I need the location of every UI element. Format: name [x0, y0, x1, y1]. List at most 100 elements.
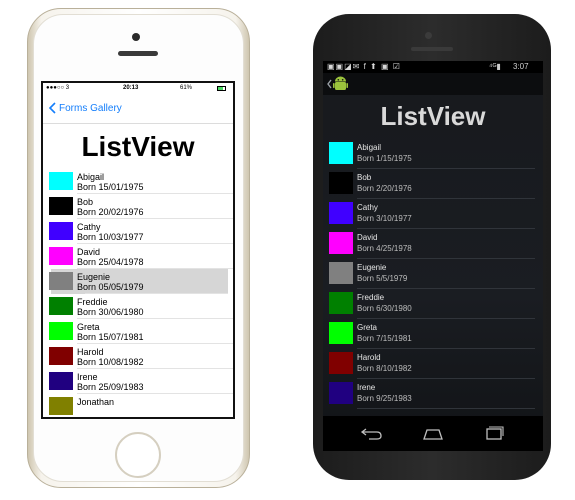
list-item[interactable]: Harold Born 8/10/1982 — [323, 349, 543, 379]
status-time: 3:07 — [513, 62, 529, 71]
front-camera — [132, 33, 140, 41]
item-name: Eugenie — [357, 263, 387, 272]
color-swatch — [49, 397, 73, 415]
back-button[interactable]: Forms Gallery — [49, 102, 122, 114]
list-item[interactable]: David Born 25/04/1978 — [43, 244, 233, 269]
row-separator — [357, 408, 535, 409]
item-name: Cathy — [357, 203, 378, 212]
item-name: Greta — [357, 323, 378, 332]
list-item[interactable]: Eugenie Born 05/05/1979 — [49, 269, 228, 294]
item-birthdate: Born 5/5/1979 — [357, 274, 408, 283]
item-name: Cathy — [77, 222, 101, 232]
color-swatch — [329, 262, 353, 284]
list-item[interactable]: Cathy Born 10/03/1977 — [43, 219, 233, 244]
back-button-label: Forms Gallery — [59, 102, 122, 114]
signal-indicator: ●●●○○ 3 — [46, 85, 70, 91]
item-birthdate: Born 25/04/1978 — [77, 257, 144, 267]
color-swatch — [49, 172, 73, 190]
color-swatch — [49, 297, 73, 315]
color-swatch — [329, 172, 353, 194]
item-name: Jonathan — [77, 397, 115, 407]
signal-indicator: ⁴ᴳ▮ — [489, 62, 501, 71]
item-birthdate: Born 15/07/1981 — [77, 332, 144, 342]
ios-navigation-bar: Forms Gallery — [43, 95, 233, 124]
item-birthdate: Born 25/09/1983 — [77, 382, 144, 392]
row-separator — [77, 418, 233, 419]
item-birthdate: Born 15/01/1975 — [77, 182, 144, 192]
list-item[interactable]: Abigail Born 15/01/1975 — [43, 169, 233, 194]
item-birthdate: Born 3/10/1977 — [357, 214, 412, 223]
list-item[interactable]: Cathy Born 3/10/1977 — [323, 199, 543, 229]
list-item[interactable]: Freddie Born 6/30/1980 — [323, 289, 543, 319]
color-swatch — [49, 222, 73, 240]
item-birthdate: Born 20/02/1976 — [77, 207, 144, 217]
list-item[interactable]: Irene Born 9/25/1983 — [323, 379, 543, 409]
battery-percent: 61% — [180, 85, 193, 91]
item-birthdate: Born 1/15/1975 — [357, 154, 412, 163]
ios-status-bar: ●●●○○ 3 20:13 61% — [43, 83, 233, 95]
color-swatch — [329, 322, 353, 344]
item-birthdate: Born 10/03/1977 — [77, 232, 144, 242]
earpiece-speaker — [411, 47, 453, 51]
item-birthdate: Born 2/20/1976 — [357, 184, 412, 193]
item-name: Irene — [357, 383, 376, 392]
chevron-left-icon — [49, 102, 56, 114]
color-swatch — [329, 232, 353, 254]
list-item[interactable]: Bob Born 20/02/1976 — [43, 194, 233, 219]
list-item[interactable]: Bob Born 2/20/1976 — [323, 169, 543, 199]
item-name: Harold — [357, 353, 381, 362]
color-swatch — [49, 272, 73, 290]
android-status-bar: ▣▣◪✉ f ⬆ ▣ ☑ ⁴ᴳ▮ 3:07 — [323, 61, 543, 73]
page-title: ListView — [380, 101, 486, 131]
color-swatch — [329, 292, 353, 314]
color-swatch — [49, 347, 73, 365]
list-item[interactable]: Greta Born 15/07/1981 — [43, 319, 233, 344]
list-item[interactable]: Eugenie Born 5/5/1979 — [323, 259, 543, 289]
back-icon[interactable] — [357, 424, 387, 442]
item-name: David — [357, 233, 378, 242]
ios-screen: ●●●○○ 3 20:13 61% Forms Gallery ListView… — [41, 81, 235, 419]
page-title: ListView — [81, 131, 195, 162]
item-name: Harold — [77, 347, 104, 357]
item-birthdate: Born 30/06/1980 — [77, 307, 144, 317]
battery-icon — [217, 86, 226, 91]
item-name: Bob — [357, 173, 372, 182]
list-item[interactable]: Irene Born 25/09/1983 — [43, 369, 233, 394]
iphone-device: ●●●○○ 3 20:13 61% Forms Gallery ListView… — [27, 8, 250, 488]
color-swatch — [329, 202, 353, 224]
front-camera — [425, 32, 432, 39]
home-icon[interactable] — [418, 424, 448, 442]
android-device: ▣▣◪✉ f ⬆ ▣ ☑ ⁴ᴳ▮ 3:07 ListView Abigail Bo… — [313, 14, 551, 480]
earpiece-speaker — [118, 51, 158, 56]
up-button[interactable] — [326, 75, 350, 93]
list-item[interactable]: Jonathan — [43, 394, 233, 419]
color-swatch — [329, 352, 353, 374]
color-swatch — [49, 247, 73, 265]
color-swatch — [329, 142, 353, 164]
item-birthdate: Born 9/25/1983 — [357, 394, 412, 403]
item-birthdate: Born 7/15/1981 — [357, 334, 412, 343]
list-item[interactable]: Harold Born 10/08/1982 — [43, 344, 233, 369]
item-name: Bob — [77, 197, 94, 207]
android-screen: ▣▣◪✉ f ⬆ ▣ ☑ ⁴ᴳ▮ 3:07 ListView Abigail Bo… — [323, 61, 543, 451]
status-time: 20:13 — [123, 85, 139, 91]
android-robot-icon — [327, 76, 348, 90]
list-item[interactable]: Greta Born 7/15/1981 — [323, 319, 543, 349]
list-item[interactable]: Abigail Born 1/15/1975 — [323, 139, 543, 169]
home-button[interactable] — [115, 432, 161, 478]
item-birthdate: Born 05/05/1979 — [77, 282, 144, 292]
recents-icon[interactable] — [479, 424, 509, 442]
item-name: Abigail — [77, 172, 105, 182]
item-name: Freddie — [357, 293, 385, 302]
item-birthdate: Born 4/25/1978 — [357, 244, 412, 253]
color-swatch — [49, 322, 73, 340]
notification-icons: ▣▣◪✉ f ⬆ ▣ ☑ — [327, 62, 401, 71]
android-navigation-bar — [323, 416, 543, 451]
list-item[interactable]: David Born 4/25/1978 — [323, 229, 543, 259]
action-bar — [323, 73, 543, 95]
item-name: Freddie — [77, 297, 108, 307]
item-name: Greta — [77, 322, 100, 332]
item-name: Eugenie — [77, 272, 111, 282]
item-birthdate: Born 8/10/1982 — [357, 364, 412, 373]
list-item[interactable]: Freddie Born 30/06/1980 — [43, 294, 233, 319]
